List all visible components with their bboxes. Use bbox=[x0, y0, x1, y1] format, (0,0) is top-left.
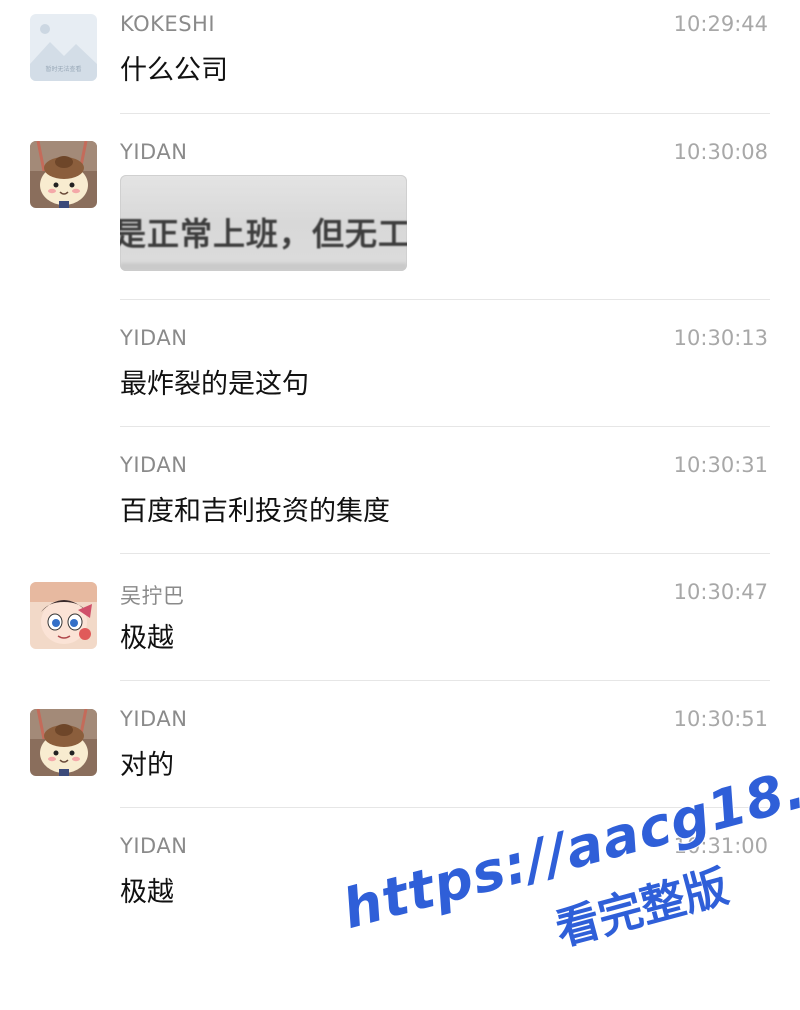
sender-name: YIDAN bbox=[120, 453, 188, 477]
cartoon-girl-avatar-icon bbox=[30, 582, 97, 649]
avatar[interactable] bbox=[30, 582, 97, 649]
message-text: 最炸裂的是这句 bbox=[120, 369, 309, 400]
image-caption-text: 是正常上班，但无工 bbox=[120, 215, 407, 253]
avatar[interactable]: 暂时无法查看 bbox=[30, 14, 97, 81]
message-time: 10:30:08 bbox=[673, 140, 768, 164]
divider bbox=[120, 299, 770, 300]
divider bbox=[120, 553, 770, 554]
message-image[interactable]: 是正常上班，但无工 bbox=[120, 175, 407, 271]
message-item[interactable]: YIDAN 10:30:13 最炸裂的是这句 bbox=[0, 314, 800, 427]
sender-name: YIDAN bbox=[120, 707, 188, 731]
sender-name: YIDAN bbox=[120, 834, 188, 858]
message-text: 极越 bbox=[120, 623, 174, 654]
avatar[interactable] bbox=[30, 709, 97, 776]
cartoon-character-avatar-icon bbox=[30, 141, 97, 208]
sender-name: YIDAN bbox=[120, 326, 188, 350]
message-time: 10:30:13 bbox=[673, 326, 768, 350]
message-item[interactable]: YIDAN 10:30:08 是正常上班，但无工 bbox=[0, 127, 800, 300]
divider bbox=[120, 807, 770, 808]
message-time: 10:31:00 bbox=[673, 834, 768, 858]
image-blur-line bbox=[120, 263, 407, 271]
cartoon-character-avatar-icon bbox=[30, 709, 97, 776]
message-text: 极越 bbox=[120, 877, 174, 908]
svg-text:暂时无法查看: 暂时无法查看 bbox=[45, 65, 81, 73]
message-time: 10:30:47 bbox=[673, 580, 768, 604]
message-text: 对的 bbox=[120, 750, 174, 781]
divider bbox=[120, 113, 770, 114]
message-item[interactable]: YIDAN 10:31:00 极越 bbox=[0, 822, 800, 952]
message-item[interactable]: 暂时无法查看 KOKESHI 10:29:44 什么公司 bbox=[0, 0, 800, 114]
divider bbox=[120, 680, 770, 681]
message-text: 什么公司 bbox=[120, 55, 228, 86]
chat-message-list: 暂时无法查看 KOKESHI 10:29:44 什么公司 YIDAN 10:30… bbox=[0, 0, 800, 952]
message-text: 百度和吉利投资的集度 bbox=[120, 496, 390, 527]
message-item[interactable]: YIDAN 10:30:51 对的 bbox=[0, 695, 800, 808]
sender-name: YIDAN bbox=[120, 140, 188, 164]
image-placeholder-icon: 暂时无法查看 bbox=[30, 14, 97, 81]
sender-name: KOKESHI bbox=[120, 12, 216, 36]
avatar[interactable] bbox=[30, 141, 97, 208]
message-time: 10:30:31 bbox=[673, 453, 768, 477]
divider bbox=[120, 426, 770, 427]
message-item[interactable]: 吴拧巴 10:30:47 极越 bbox=[0, 568, 800, 681]
message-item[interactable]: YIDAN 10:30:31 百度和吉利投资的集度 bbox=[0, 441, 800, 554]
sender-name: 吴拧巴 bbox=[120, 584, 185, 608]
message-time: 10:30:51 bbox=[673, 707, 768, 731]
message-time: 10:29:44 bbox=[673, 12, 768, 36]
